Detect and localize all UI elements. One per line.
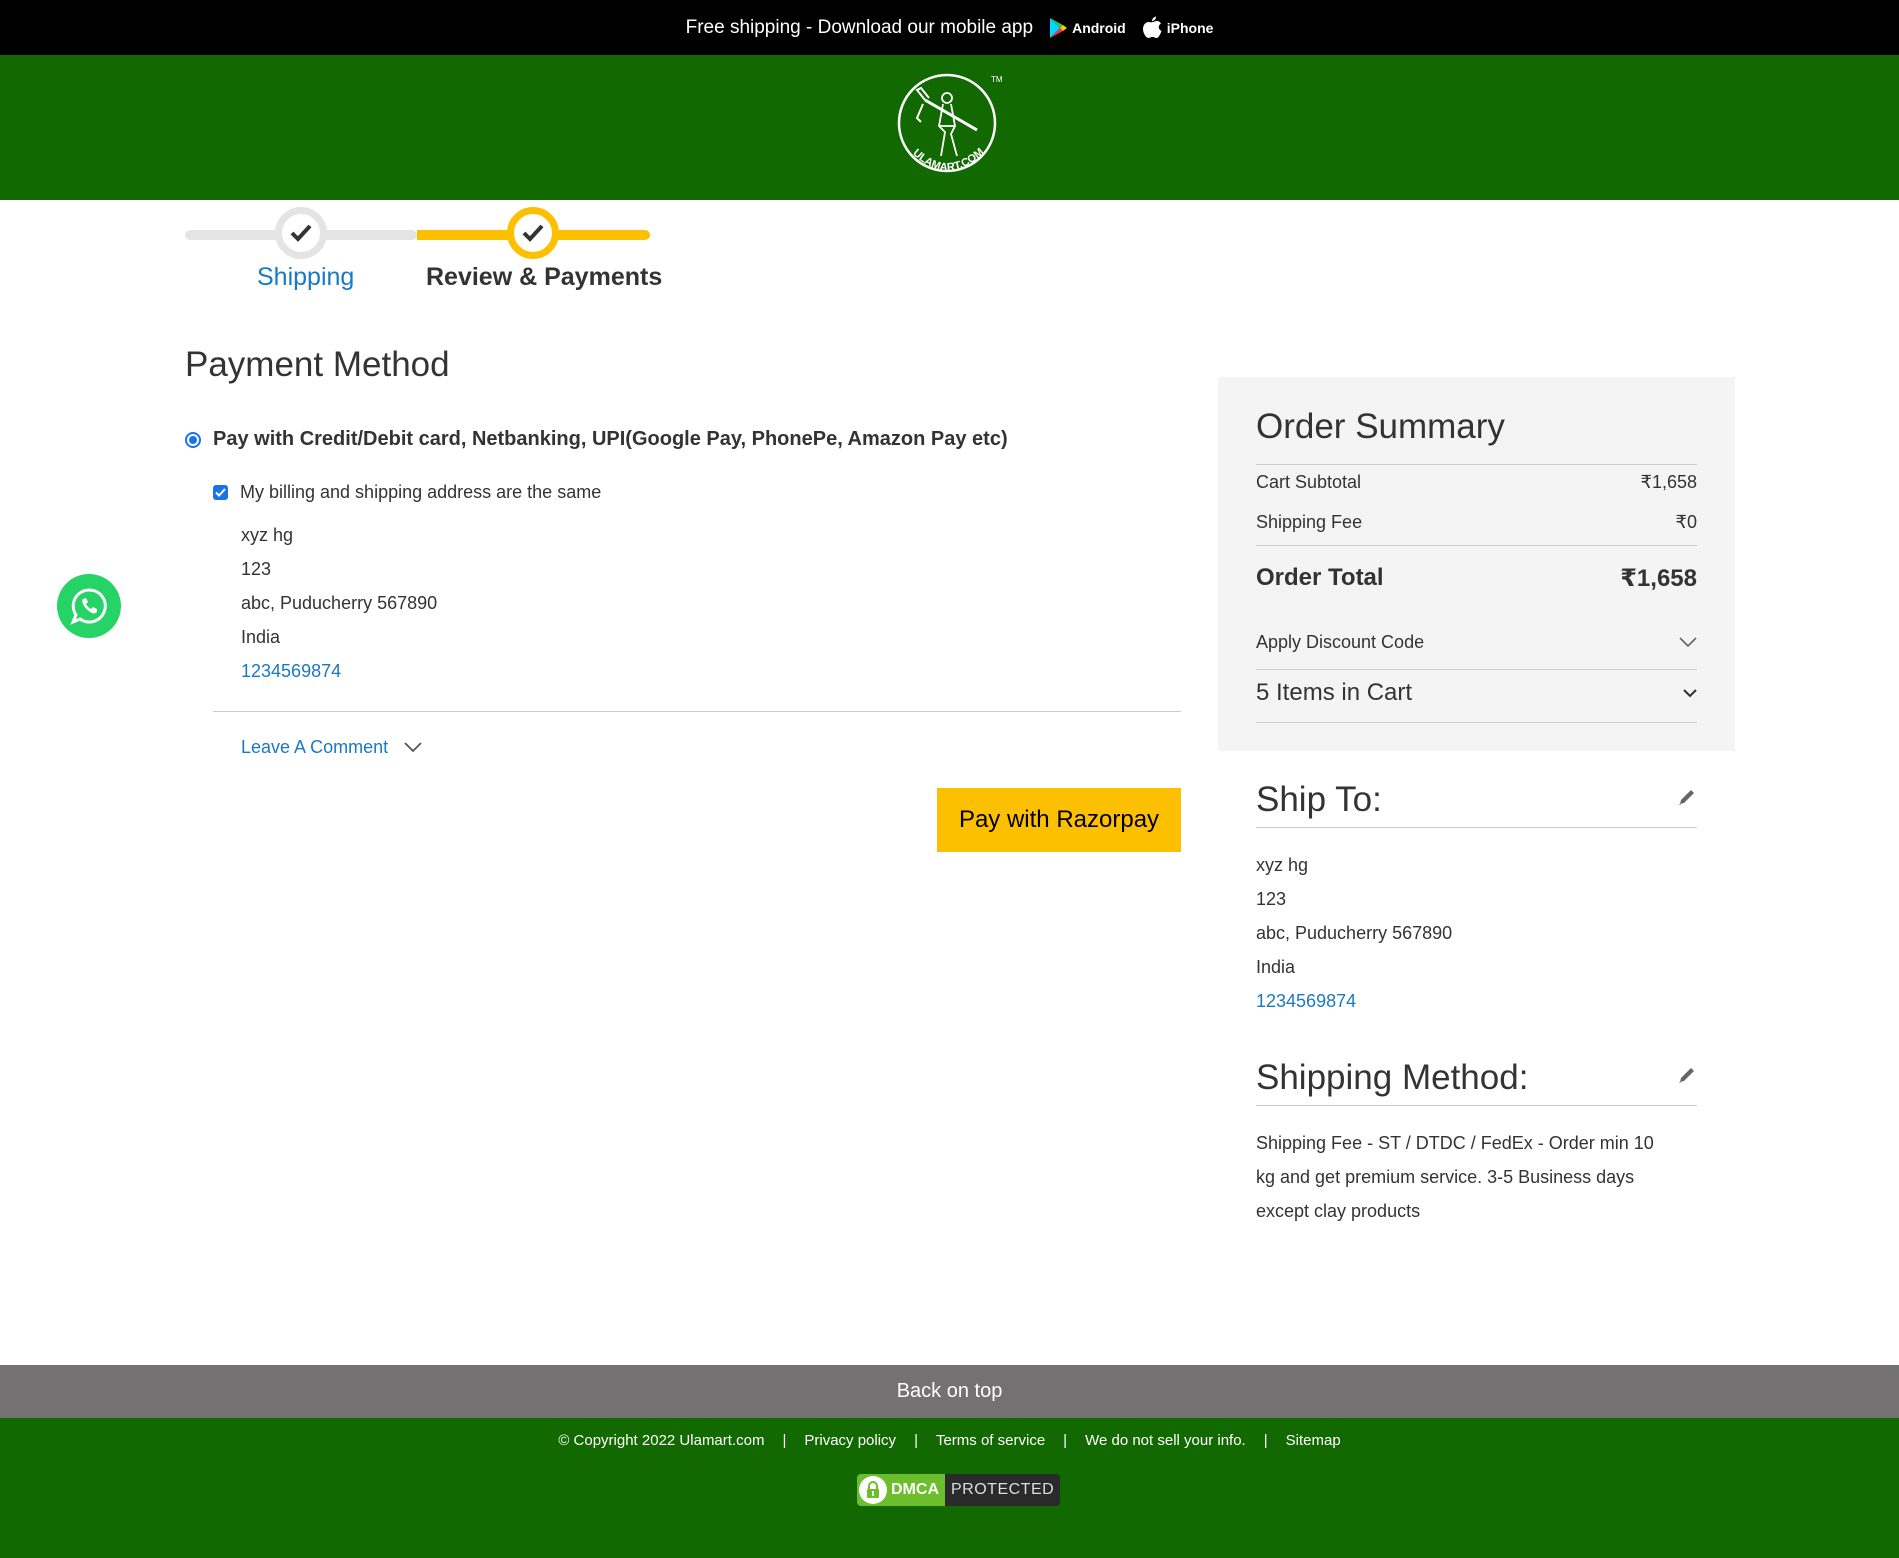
subtotal-label: Cart Subtotal [1256,472,1362,492]
billing-address: xyz hg 123 abc, Puducherry 567890 India … [241,518,437,688]
subtotal-value: ₹1,658 [1640,472,1698,492]
divider [213,711,1181,712]
ship-to-title: Ship To: [1256,779,1382,819]
billing-country: India [241,627,281,647]
summary-row-total: Order Total ₹1,658 [1256,564,1697,593]
dmca-protected-badge[interactable]: DMCA PROTECTED [857,1474,1061,1506]
step-review-indicator [507,207,559,259]
order-total-value: ₹1,658 [1620,565,1697,592]
ship-to-city: abc, Puducherry 567890 [1256,923,1453,943]
divider [1256,722,1697,723]
apple-icon [1142,16,1162,38]
items-in-cart-toggle[interactable]: 5 Items in Cart [1256,679,1697,707]
shipping-fee-label: Shipping Fee [1256,512,1363,532]
promo-bar: Free shipping - Download our mobile app … [0,0,1899,55]
order-total-label: Order Total [1256,564,1384,591]
svg-text:ULAMART.COM: ULAMART.COM [910,146,986,174]
iphone-app-link[interactable]: iPhone [1142,16,1214,40]
payment-radio[interactable] [185,431,201,448]
chevron-down-icon [1679,637,1697,648]
chevron-down-icon [404,742,422,753]
privacy-policy-link[interactable]: Privacy policy [804,1432,896,1449]
checkmark-icon [522,224,544,242]
shipping-method-description: Shipping Fee - ST / DTDC / FedEx - Order… [1256,1133,1654,1221]
whatsapp-chat-button[interactable] [57,574,121,638]
leave-comment-label: Leave A Comment [241,737,389,757]
sitemap-link[interactable]: Sitemap [1286,1432,1341,1449]
iphone-label: iPhone [1166,19,1214,36]
promo-text: Free shipping - Download our mobile app [685,16,1034,38]
divider [1256,669,1697,670]
apply-discount-toggle[interactable]: Apply Discount Code [1256,632,1697,653]
billing-name: xyz hg [241,525,294,545]
do-not-sell-link[interactable]: We do not sell your info. [1085,1432,1246,1449]
ship-to-country: India [1256,957,1296,977]
android-label: Android [1072,19,1126,36]
terms-of-service-link[interactable]: Terms of service [936,1432,1045,1449]
ship-to-section: Ship To: xyz hg 123 abc, Puducherry 5678… [1256,772,1697,1018]
step-shipping-indicator[interactable] [275,207,327,259]
shipping-method-title: Shipping Method: [1256,1057,1529,1097]
divider [1256,545,1697,546]
chevron-down-icon [1683,688,1697,697]
summary-row-shipping: Shipping Fee ₹0 [1256,512,1697,533]
summary-row-subtotal: Cart Subtotal ₹1,658 [1256,472,1697,493]
separator: | [914,1432,918,1449]
separator: | [1263,1432,1268,1449]
pencil-icon [1679,1068,1694,1083]
step-shipping-link[interactable]: Shipping [257,263,354,292]
logo-text: ULAMART.COM [910,146,986,174]
whatsapp-icon [70,588,107,625]
payment-option-label: Pay with Credit/Debit card, Netbanking, … [213,428,1008,450]
back-on-top-button[interactable]: Back on top [0,1365,1899,1418]
divider [1256,464,1697,465]
checkbox-check-icon [215,488,226,497]
pay-with-razorpay-button[interactable]: Pay with Razorpay [937,788,1181,852]
ship-to-name: xyz hg [1256,855,1309,875]
dmca-protected-label: PROTECTED [945,1474,1061,1506]
pencil-icon [1679,790,1694,805]
billing-same-label: My billing and shipping address are the … [240,482,602,502]
apply-discount-label: Apply Discount Code [1256,632,1425,652]
items-in-cart-label: 5 Items in Cart [1256,679,1413,706]
billing-phone-link[interactable]: 1234569874 [241,661,341,681]
leave-comment-toggle[interactable]: Leave A Comment [241,737,422,758]
checkmark-icon [290,224,312,242]
shipping-method-section: Shipping Method: Shipping Fee - ST / DTD… [1256,1050,1697,1228]
step-review-label: Review & Payments [426,263,663,291]
billing-same-checkbox[interactable] [213,485,228,500]
logo-link[interactable]: TM ULAMART.COM [895,68,1005,188]
order-summary-title: Order Summary [1256,407,1505,446]
payment-method-title: Payment Method [185,345,450,384]
android-app-link[interactable]: Android [1049,17,1126,39]
payment-option-razorpay[interactable]: Pay with Credit/Debit card, Netbanking, … [185,428,1008,451]
checkout-progress: Shipping Review & Payments [185,205,662,300]
billing-same-option[interactable]: My billing and shipping address are the … [213,482,601,503]
separator: | [782,1432,787,1449]
order-summary: Order Summary Cart Subtotal ₹1,658 Shipp… [1218,377,1735,751]
site-header: TM ULAMART.COM [0,55,1899,200]
edit-shipping-method-button[interactable] [1677,1065,1697,1090]
shipping-fee-value: ₹0 [1675,512,1697,532]
ship-to-street: 123 [1256,889,1287,909]
separator: | [1063,1432,1068,1449]
billing-city: abc, Puducherry 567890 [241,593,438,613]
dmca-label: DMCA [891,1481,939,1498]
edit-ship-to-button[interactable] [1677,787,1697,812]
lock-icon [859,1476,887,1504]
footer-links: © Copyright 2022 Ulamart.com | Privacy p… [0,1432,1899,1449]
site-footer: © Copyright 2022 Ulamart.com | Privacy p… [0,1418,1899,1558]
svg-text:TM: TM [991,75,1003,84]
copyright-text: © Copyright 2022 Ulamart.com [558,1432,765,1449]
ship-to-phone-link[interactable]: 1234569874 [1256,991,1356,1011]
ulamart-logo: TM ULAMART.COM [897,73,1003,174]
billing-street: 123 [241,559,272,579]
google-play-icon [1050,17,1068,38]
